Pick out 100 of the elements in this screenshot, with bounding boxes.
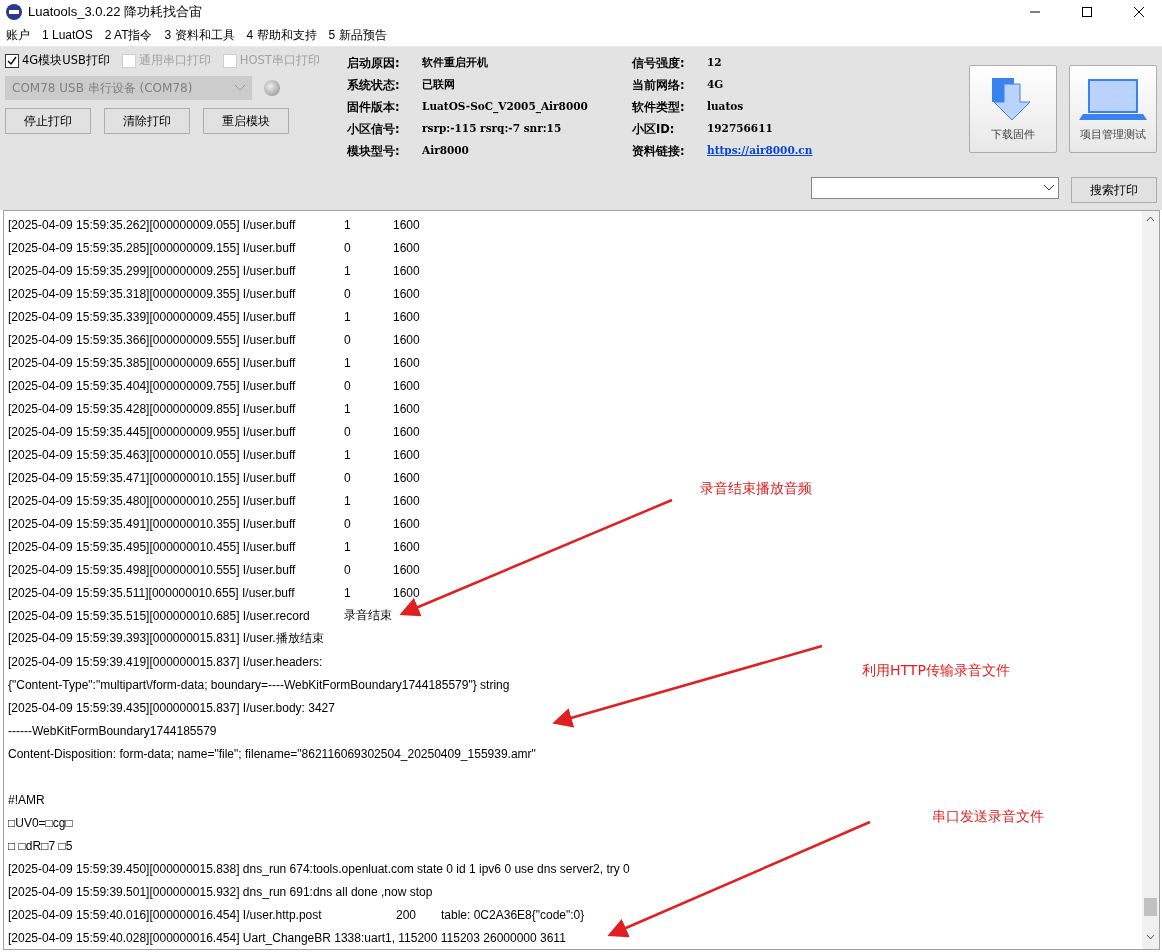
log-cell: 1600: [393, 286, 420, 301]
project-test-button[interactable]: 项目管理测试: [1069, 65, 1157, 153]
scrollbar[interactable]: [1142, 211, 1159, 949]
info-value: 12: [707, 56, 723, 70]
log-cell-text: 1: [344, 539, 352, 554]
log-cell-text: [2025-04-09 15:59:40.016][000000016.454] I/user.http.post: [8, 907, 323, 922]
log-cell-text: 1: [344, 355, 352, 370]
log-cell: 1600: [393, 217, 420, 232]
info-label: 信号强度:: [632, 56, 686, 71]
log-cell-text: 0: [344, 516, 352, 531]
log-line: #!AMR: [8, 792, 45, 807]
log-cell-text: 200: [396, 907, 418, 922]
log-cell-text: [2025-04-09 15:59:35.498][000000010.555] I/user.buff: [8, 562, 297, 577]
log-cell: 1600: [393, 240, 420, 255]
action-button[interactable]: 停止打印: [5, 108, 91, 134]
log-cell-text: [2025-04-09 15:59:35.463][000000010.055] I/user.buff: [8, 447, 297, 462]
log-cell-text: [2025-04-09 15:59:35.366][000000009.555] I/user.buff: [8, 332, 297, 347]
log-line: □ □dR□7 □5: [8, 838, 73, 853]
menu-item[interactable]: 账户: [6, 26, 30, 44]
log-cell-text: [2025-04-09 15:59:35.404][000000009.755] I/user.buff: [8, 378, 297, 393]
log-cell: 1600: [393, 470, 420, 485]
log-cell: 1600: [393, 447, 420, 462]
log-line: [2025-04-09 15:59:40.028][000000016.454] Uart_ChangeBR 1338:uart1, 115200 115203 26000000 3611: [8, 930, 566, 945]
action-button[interactable]: 重启模块: [203, 108, 289, 134]
info-label: 启动原因:: [347, 56, 401, 71]
status-led-icon: [264, 80, 280, 96]
window-title: Luatools_3.0.22 降功耗找合宙: [28, 3, 204, 21]
log-cell-text: 1: [344, 217, 352, 232]
log-cell-text: 0: [344, 562, 352, 577]
maximize-icon: [1082, 7, 1092, 17]
log-cell: 1600: [393, 516, 420, 531]
info-value: 4G: [707, 78, 725, 92]
log-cell-text: [2025-04-09 15:59:35.445][000000009.955] I/user.buff: [8, 424, 297, 439]
log-cell-text: [2025-04-09 15:59:35.491][000000010.355] I/user.buff: [8, 516, 297, 531]
log-cell-text: [2025-04-09 15:59:35.299][000000009.255] I/user.buff: [8, 263, 297, 278]
menu-item[interactable]: 4 帮助和支持: [246, 26, 317, 44]
info-value: 已联网: [422, 78, 456, 92]
log-line: [2025-04-09 15:59:39.450][000000015.838] dns_run 674:tools.openluat.com state 0 id 1 ipv6 0 use dns server2, try 0: [8, 861, 630, 876]
scroll-thumb[interactable]: [1144, 898, 1157, 916]
log-cell: 1600: [393, 378, 420, 393]
log-cell-text: 0: [344, 240, 352, 255]
log-cell-text: 0: [344, 378, 352, 393]
log-line: ------WebKitFormBoundary1744185579: [8, 723, 217, 738]
log-cell-text: 0: [344, 286, 352, 301]
log-cell: 1600: [393, 562, 420, 577]
info-value: 192756611: [707, 122, 774, 136]
log-cell-text: [2025-04-09 15:59:35.515][000000010.685] I/user.record: [8, 608, 311, 623]
log-line: [2025-04-09 15:59:39.501][000000015.932] dns_run 691:dns all done ,now stop: [8, 884, 433, 899]
log-cell: 1600: [393, 263, 420, 278]
log-line: □UV0=□cg□: [8, 815, 73, 830]
log-line: {"Content-Type":"multipart\/form-data; boundary=----WebKitFormBoundary1744185579"} string: [8, 677, 510, 692]
annotation-text: 录音结束播放音频: [700, 480, 812, 498]
action-button[interactable]: 清除打印: [104, 108, 190, 134]
log-line: [2025-04-09 15:59:39.393][000000015.831] I/user.播放结束: [8, 630, 324, 647]
docs-link[interactable]: https://air8000.cn: [707, 144, 857, 159]
laptop-icon: [1079, 78, 1147, 122]
info-label: 小区信号:: [347, 122, 401, 137]
log-cell: 1600: [393, 355, 420, 370]
close-icon: [1134, 7, 1144, 17]
log-cell-text: [2025-04-09 15:59:35.285][000000009.155] I/user.buff: [8, 240, 297, 255]
annotation-text: 利用HTTP传输录音文件: [862, 662, 1010, 680]
log-line: [2025-04-09 15:59:39.435][000000015.837] I/user.body: 3427: [8, 700, 335, 715]
log-cell-text: 1: [344, 263, 352, 278]
menu-item[interactable]: 5 新品预告: [328, 26, 387, 44]
log-cell-text: 1: [344, 309, 352, 324]
info-label: 系统状态:: [347, 78, 401, 93]
app-logo-icon: [6, 4, 22, 20]
log-cell: 1600: [393, 401, 420, 416]
log-cell-text: [2025-04-09 15:59:35.339][000000009.455] I/user.buff: [8, 309, 297, 324]
menu-item[interactable]: 1 LuatOS: [42, 28, 93, 42]
info-value: luatos: [707, 100, 745, 114]
log-line: [2025-04-09 15:59:39.419][000000015.837] I/user.headers:: [8, 654, 323, 669]
info-value: rsrp:-115 rsrq:-7 snr:15: [422, 122, 563, 136]
info-value: LuatOS-SoC_V2005_Air8000: [422, 100, 589, 115]
log-cell: 1600: [393, 332, 420, 347]
chevron-down-icon: [1044, 185, 1054, 191]
log-cell: 1600: [393, 539, 420, 554]
log-cell-text: [2025-04-09 15:59:35.318][000000009.355] I/user.buff: [8, 286, 297, 301]
log-cell: 录音结束: [344, 607, 393, 624]
info-label: 资料链接:: [632, 144, 686, 159]
info-value: 软件重启开机: [422, 56, 489, 70]
log-cell-text: [2025-04-09 15:59:35.262][000000009.055] I/user.buff: [8, 217, 297, 232]
log-cell-text: [2025-04-09 15:59:35.428][000000009.855] I/user.buff: [8, 401, 297, 416]
log-cell-text: 1: [344, 401, 352, 416]
chevron-down-icon: [235, 85, 245, 91]
search-print-button[interactable]: 搜索打印: [1071, 177, 1157, 203]
menu-item[interactable]: 3 资料和工具: [164, 26, 235, 44]
info-value: Air8000: [422, 144, 470, 158]
log-cell-text: 1: [344, 585, 352, 600]
info-label: 模块型号:: [347, 144, 401, 159]
print-option-checkbox[interactable]: 4G模块USB打印: [5, 53, 110, 68]
download-firmware-button[interactable]: 下载固件: [969, 65, 1057, 153]
log-cell: 1600: [393, 585, 420, 600]
annotation-text: 串口发送录音文件: [932, 808, 1044, 826]
log-cell-text: 1: [344, 447, 352, 462]
menu-item[interactable]: 2 AT指令: [104, 26, 153, 44]
search-dropdown[interactable]: [811, 177, 1059, 199]
info-label: 软件类型:: [632, 100, 686, 115]
info-label: 固件版本:: [347, 100, 401, 115]
log-cell-text: [2025-04-09 15:59:35.385][000000009.655] I/user.buff: [8, 355, 297, 370]
